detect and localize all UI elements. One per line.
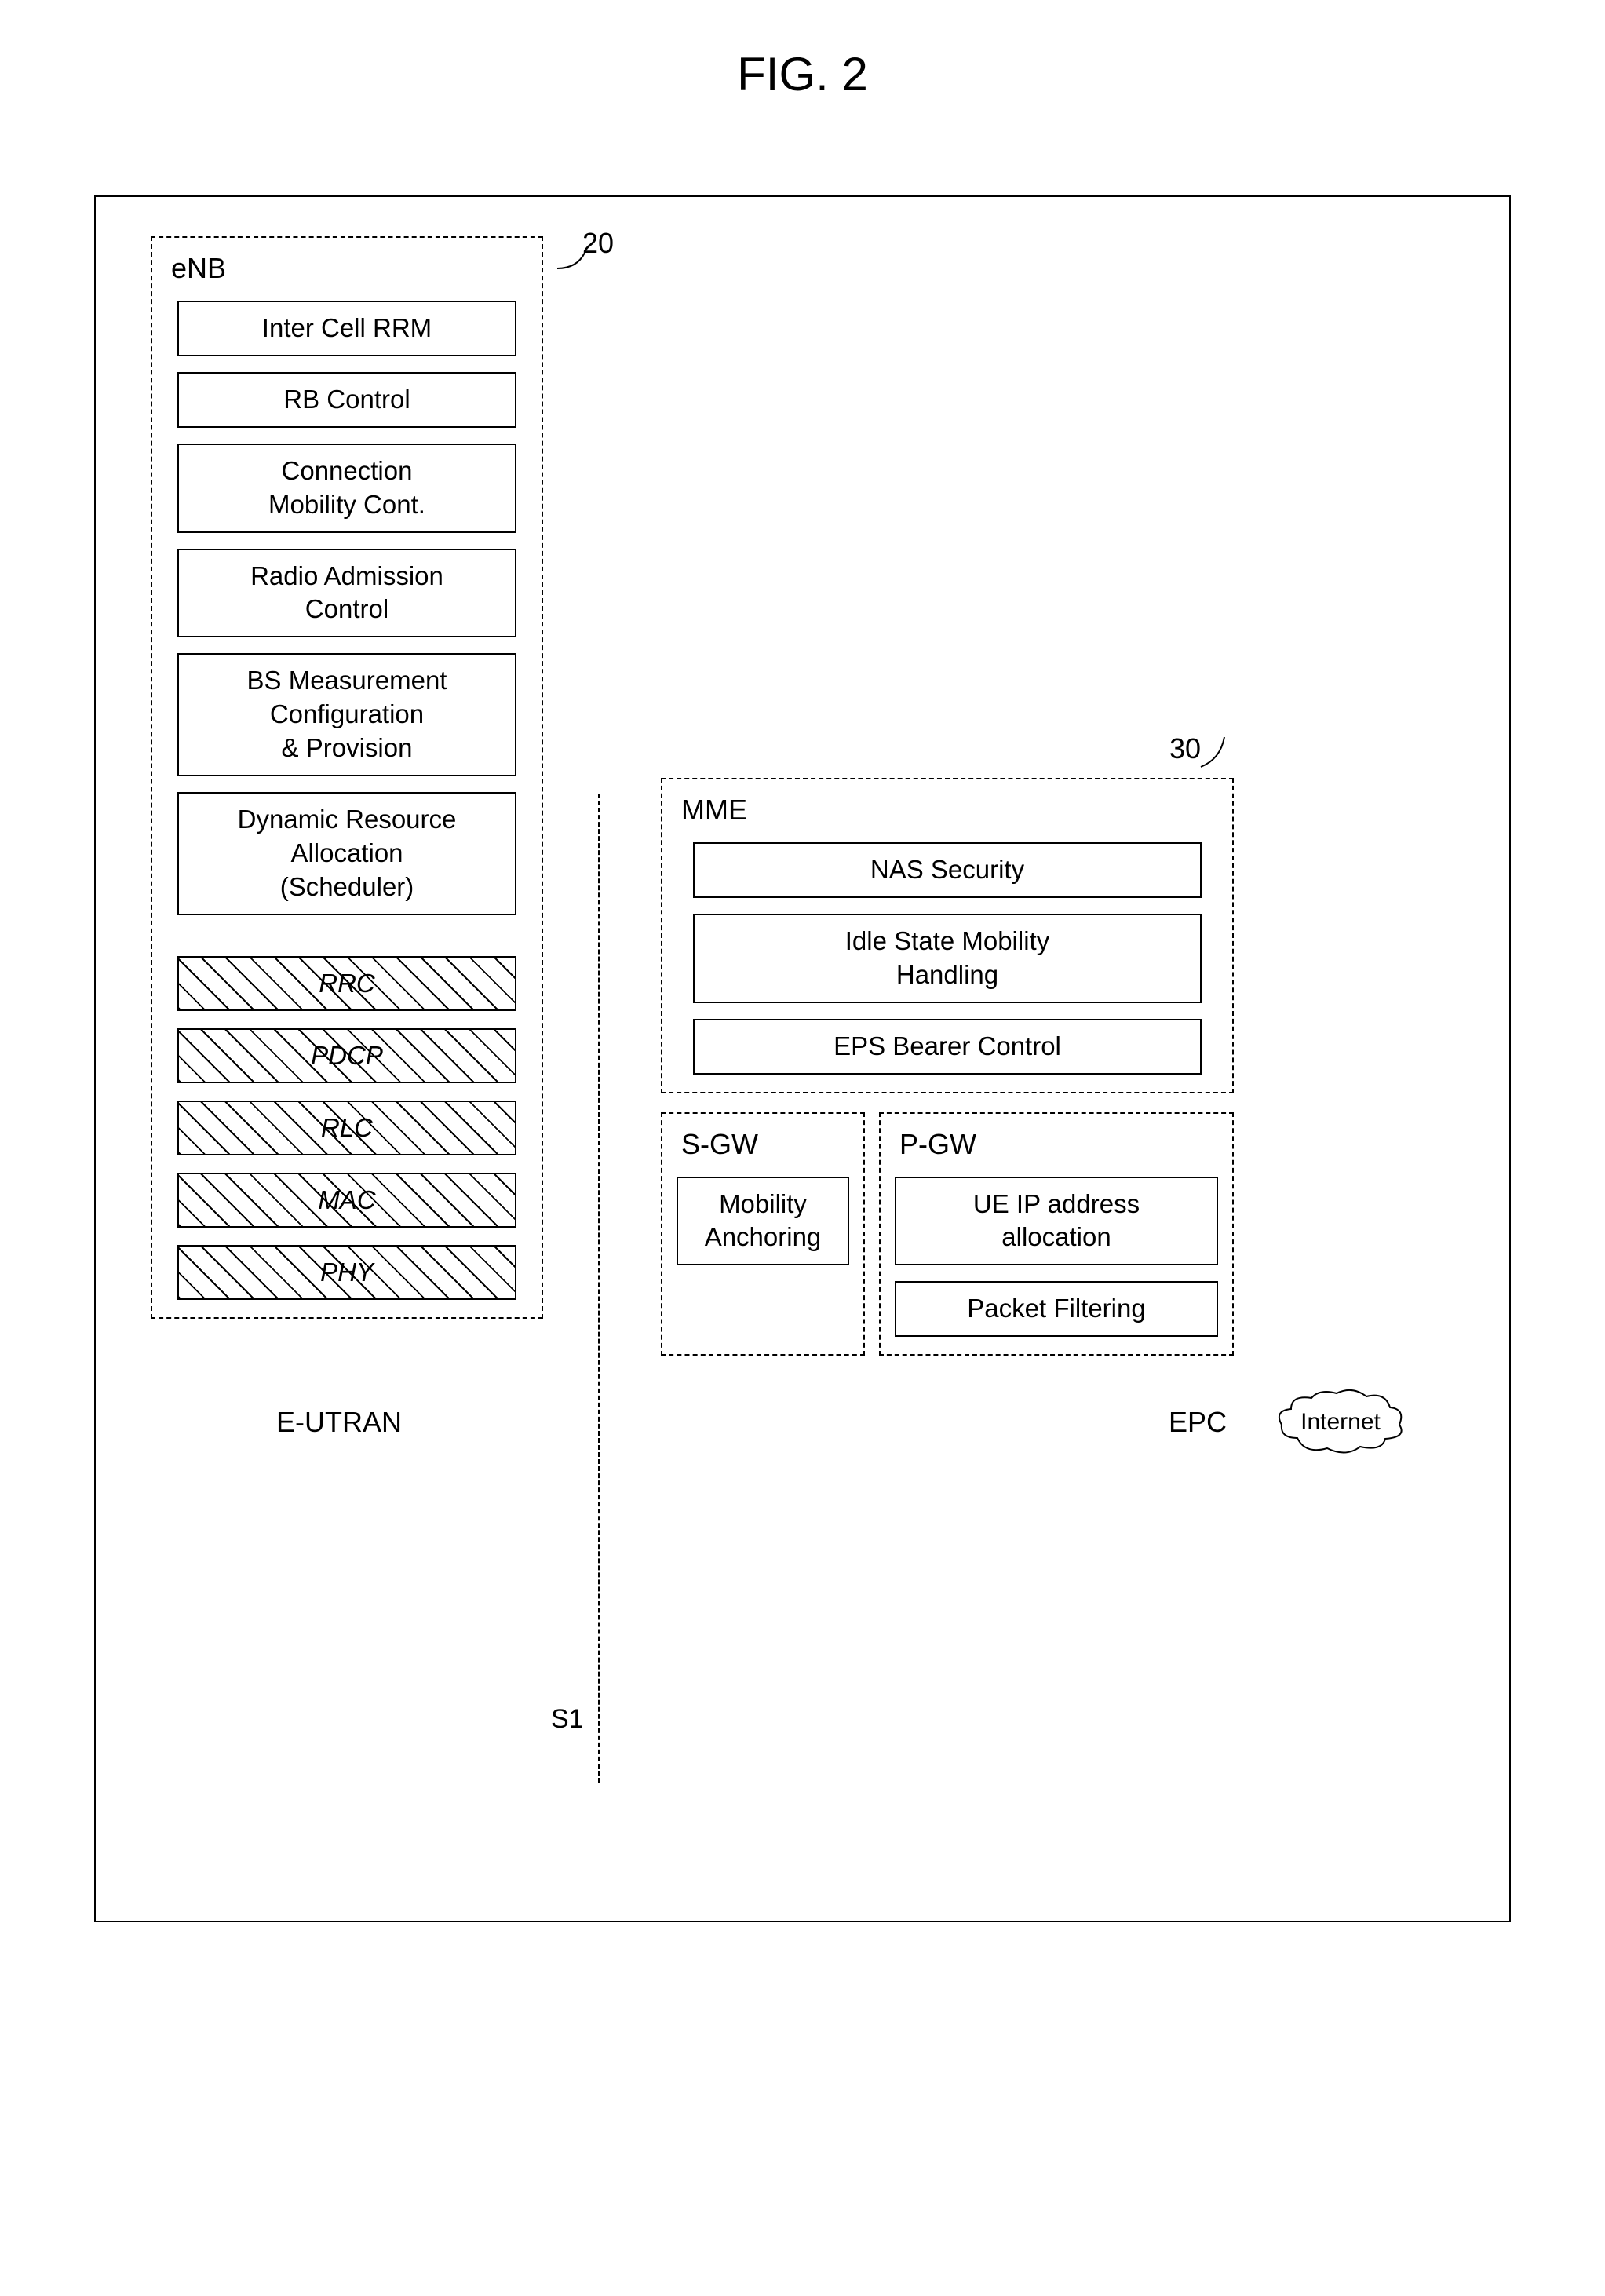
mme-func-nas-security: NAS Security xyxy=(693,842,1202,898)
region-divider xyxy=(598,794,600,1783)
mme-box: 30 MME NAS Security Idle State Mobility … xyxy=(661,778,1234,1093)
figure-title: FIG. 2 xyxy=(94,47,1511,101)
internet-cloud-icon: Internet xyxy=(1274,1387,1407,1458)
internet-label: Internet xyxy=(1274,1409,1407,1436)
mme-func-eps-bearer: EPS Bearer Control xyxy=(693,1019,1202,1075)
enb-layer-rrc: RRC xyxy=(177,956,516,1011)
enb-layer-pdcp: PDCP xyxy=(177,1028,516,1083)
pgw-func-ip-alloc: UE IP address allocation xyxy=(895,1177,1218,1266)
region-epc-label: EPC xyxy=(1169,1406,1227,1439)
enb-func-inter-cell-rrm: Inter Cell RRM xyxy=(177,301,516,356)
enb-func-bs-measurement: BS Measurement Configuration & Provision xyxy=(177,653,516,776)
enb-title: eNB xyxy=(166,252,527,285)
enb-func-radio-admission: Radio Admission Control xyxy=(177,549,516,638)
enb-box: eNB Inter Cell RRM RB Control Connection… xyxy=(151,236,543,1319)
mme-func-idle-state: Idle State Mobility Handling xyxy=(693,914,1202,1003)
enb-layer-phy: PHY xyxy=(177,1245,516,1300)
region-eutran-label: E-UTRAN xyxy=(276,1406,402,1439)
mme-ref-label: 30 xyxy=(1169,732,1201,765)
epc-column: 30 MME NAS Security Idle State Mobility … xyxy=(661,778,1234,1356)
sgw-func-mobility-anchoring: Mobility Anchoring xyxy=(677,1177,849,1266)
pgw-box: P-GW UE IP address allocation Packet Fil… xyxy=(879,1112,1234,1356)
enb-func-scheduler: Dynamic Resource Allocation (Scheduler) xyxy=(177,792,516,915)
mme-title: MME xyxy=(677,794,1218,827)
callout-curve-30 xyxy=(1193,737,1248,784)
enb-ref-label: 20 xyxy=(582,227,614,260)
content-row: 20 eNB Inter Cell RRM RB Control Connect… xyxy=(151,236,1454,1356)
pgw-title: P-GW xyxy=(895,1128,1218,1161)
enb-func-rb-control: RB Control xyxy=(177,372,516,428)
enb-func-connection-mobility: Connection Mobility Cont. xyxy=(177,444,516,533)
sgw-title: S-GW xyxy=(677,1128,849,1161)
bottom-labels: E-UTRAN EPC Internet xyxy=(151,1387,1454,1458)
pgw-func-packet-filtering: Packet Filtering xyxy=(895,1281,1218,1337)
s1-interface-label: S1 xyxy=(551,1704,584,1735)
enb-layer-mac: MAC xyxy=(177,1173,516,1228)
enb-group: 20 eNB Inter Cell RRM RB Control Connect… xyxy=(151,236,543,1319)
enb-layer-rlc: RLC xyxy=(177,1101,516,1155)
outer-frame: 20 eNB Inter Cell RRM RB Control Connect… xyxy=(94,195,1511,1922)
gateway-row: S-GW Mobility Anchoring P-GW UE IP addre… xyxy=(661,1112,1234,1356)
sgw-box: S-GW Mobility Anchoring xyxy=(661,1112,865,1356)
